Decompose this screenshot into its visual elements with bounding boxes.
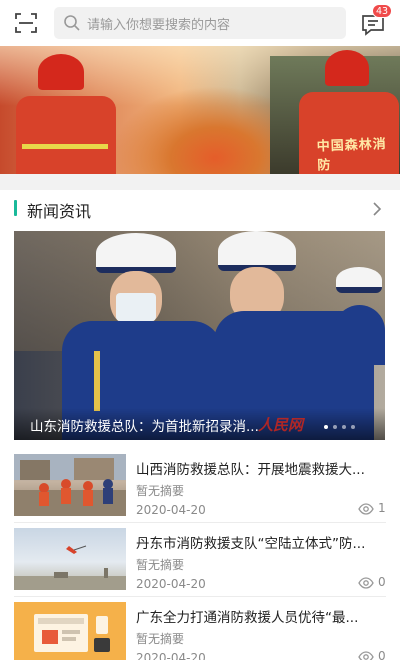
news-summary: 暂无摘要 xyxy=(136,558,185,572)
featured-news-card[interactable]: 山东消防救援总队：为首批新招录消... 人民网 xyxy=(14,231,385,440)
section-divider xyxy=(0,174,400,190)
banner-slogan: 中国森林消防 xyxy=(316,137,387,174)
list-divider xyxy=(14,596,386,597)
section-accent-bar xyxy=(14,200,17,216)
news-item[interactable]: 丹东市消防救援支队“空陆立体式”防... 暂无摘要 2020-04-20 0 xyxy=(0,526,400,594)
news-title: 丹东市消防救援支队“空陆立体式”防... xyxy=(136,536,366,552)
news-views: 0 xyxy=(378,649,386,660)
news-item[interactable]: 广东全力打通消防救援人员优待“最... 暂无摘要 2020-04-20 0 xyxy=(0,600,400,660)
scan-icon[interactable] xyxy=(14,11,38,35)
search-placeholder: 请输入你想要搜索的内容 xyxy=(87,18,231,33)
news-views: 0 xyxy=(378,575,386,589)
news-title: 山西消防救援总队：开展地震救援大... xyxy=(136,462,365,478)
search-icon xyxy=(64,15,80,31)
news-thumbnail xyxy=(14,602,126,660)
eye-icon xyxy=(358,577,374,589)
news-summary: 暂无摘要 xyxy=(136,632,185,646)
featured-dot[interactable] xyxy=(324,425,328,429)
top-bar: 请输入你想要搜索的内容 43 xyxy=(0,0,400,46)
banner-carousel[interactable]: 中国森林消防 xyxy=(0,46,400,174)
news-summary: 暂无摘要 xyxy=(136,484,185,498)
eye-icon xyxy=(358,651,374,660)
news-section-header[interactable]: 新闻资讯 xyxy=(0,190,400,230)
featured-pagination xyxy=(324,425,355,429)
news-date: 2020-04-20 xyxy=(136,651,206,660)
eye-icon xyxy=(358,503,374,515)
news-title: 广东全力打通消防救援人员优待“最... xyxy=(136,610,359,626)
news-views: 1 xyxy=(378,501,386,515)
list-divider xyxy=(14,522,386,523)
featured-dot[interactable] xyxy=(333,425,337,429)
news-date: 2020-04-20 xyxy=(136,577,206,591)
news-item[interactable]: 山西消防救援总队：开展地震救援大... 暂无摘要 2020-04-20 1 xyxy=(0,452,400,520)
news-thumbnail xyxy=(14,454,126,516)
featured-dot[interactable] xyxy=(351,425,355,429)
officer-background xyxy=(334,267,385,365)
message-badge: 43 xyxy=(372,4,393,18)
featured-dot[interactable] xyxy=(342,425,346,429)
featured-title[interactable]: 山东消防救援总队：为首批新招录消... xyxy=(30,415,259,435)
search-bar[interactable]: 请输入你想要搜索的内容 xyxy=(54,7,346,39)
featured-watermark: 人民网 xyxy=(258,416,304,434)
firefighter-left xyxy=(10,52,120,174)
section-title: 新闻资讯 xyxy=(27,202,92,221)
news-date: 2020-04-20 xyxy=(136,503,206,517)
chevron-right-icon[interactable] xyxy=(370,199,384,219)
news-thumbnail xyxy=(14,528,126,590)
